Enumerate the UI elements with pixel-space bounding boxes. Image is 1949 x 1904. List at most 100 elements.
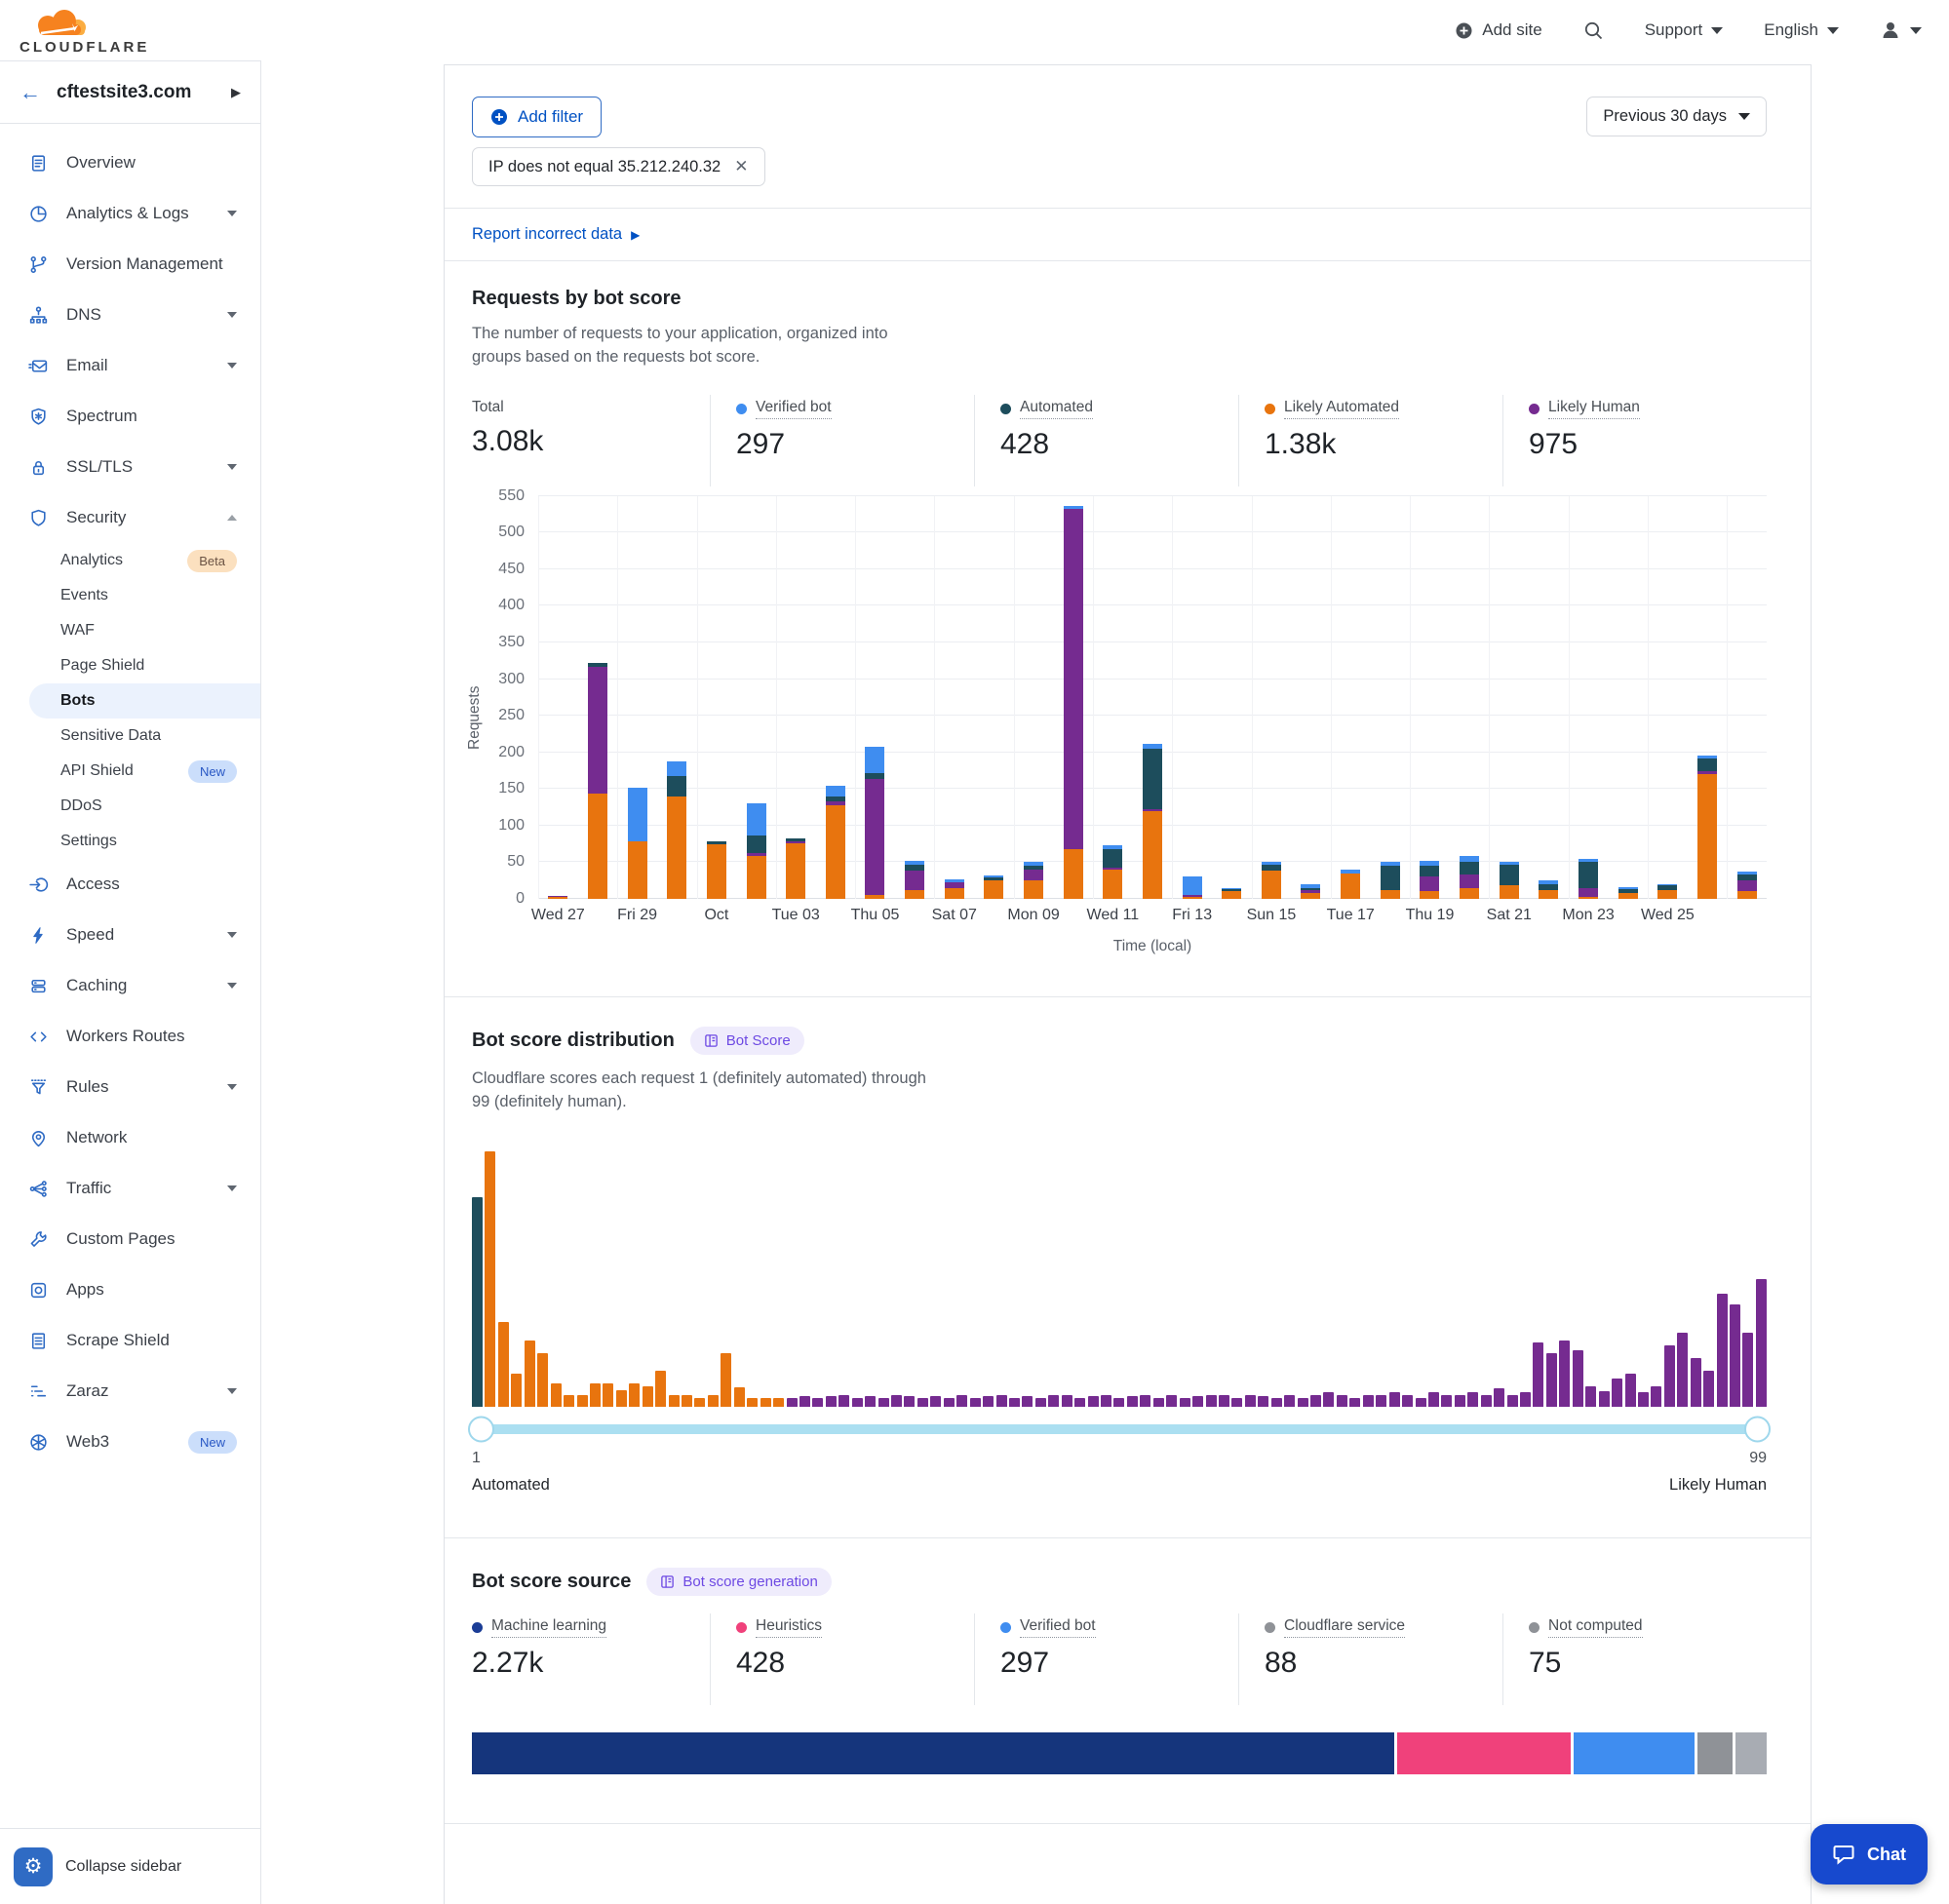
chart-slot xyxy=(934,496,974,899)
sidebar-item-apps[interactable]: Apps xyxy=(0,1264,260,1315)
report-incorrect-data-link[interactable]: Report incorrect data ▶ xyxy=(472,225,640,244)
sidebar-item-web3[interactable]: Web3New xyxy=(0,1417,260,1467)
stacked-bar[interactable] xyxy=(1024,862,1043,899)
cloudflare-logo[interactable]: CLOUDFLARE xyxy=(19,6,149,55)
bot-score-generation-badge[interactable]: Bot score generation xyxy=(646,1568,831,1596)
x-tick: Fri 29 xyxy=(617,907,657,924)
sidebar-item-waf[interactable]: WAF xyxy=(0,613,260,648)
chevron-right-icon[interactable]: ▶ xyxy=(231,85,241,100)
stat-label-text[interactable]: Verified bot xyxy=(756,399,832,419)
stacked-bar[interactable] xyxy=(1579,859,1598,899)
stacked-bar[interactable] xyxy=(667,761,686,898)
stacked-bar[interactable] xyxy=(865,747,884,899)
sidebar-item-ssl-tls[interactable]: SSL/TLS xyxy=(0,442,260,492)
stacked-bar[interactable] xyxy=(1420,861,1439,899)
stacked-bar[interactable] xyxy=(747,803,766,899)
stat-label-text[interactable]: Automated xyxy=(1020,399,1093,419)
collapse-sidebar-button[interactable]: Collapse sidebar xyxy=(65,1858,181,1876)
stacked-bar[interactable] xyxy=(1737,872,1757,899)
stacked-bar[interactable] xyxy=(984,875,1003,899)
sidebar-item-settings[interactable]: Settings xyxy=(0,824,260,859)
stat-label-text[interactable]: Machine learning xyxy=(491,1617,606,1638)
stacked-bar[interactable] xyxy=(826,786,845,899)
sidebar-item-access[interactable]: Access xyxy=(0,859,260,910)
sidebar-item-version-management[interactable]: Version Management xyxy=(0,239,260,290)
sidebar-item-workers-routes[interactable]: Workers Routes xyxy=(0,1011,260,1062)
sidebar-item-sensitive-data[interactable]: Sensitive Data xyxy=(0,719,260,754)
requests-plot[interactable]: 050100150200250300350400450500550 xyxy=(538,496,1767,899)
stacked-bar[interactable] xyxy=(1301,884,1320,899)
stacked-bar[interactable] xyxy=(1064,506,1083,899)
stacked-bar[interactable] xyxy=(628,788,647,898)
stat-label-text[interactable]: Verified bot xyxy=(1020,1617,1096,1638)
stat-label-text[interactable]: Likely Human xyxy=(1548,399,1640,419)
stacked-bar[interactable] xyxy=(1460,856,1479,899)
sidebar-item-events[interactable]: Events xyxy=(0,578,260,613)
sidebar-item-zaraz[interactable]: Zaraz xyxy=(0,1366,260,1417)
y-tick: 500 xyxy=(498,524,525,541)
stacked-bar[interactable] xyxy=(1697,756,1717,898)
add-site-button[interactable]: Add site xyxy=(1455,20,1541,40)
score-range-slider[interactable] xyxy=(472,1424,1767,1434)
stat-label-text[interactable]: Not computed xyxy=(1548,1617,1643,1638)
stacked-bar[interactable] xyxy=(548,896,567,899)
chevron-down-icon xyxy=(1827,27,1839,34)
search-icon[interactable] xyxy=(1583,20,1604,41)
stat-label-text[interactable]: Cloudflare service xyxy=(1284,1617,1405,1638)
sidebar-item-security[interactable]: Security xyxy=(0,492,260,543)
support-menu[interactable]: Support xyxy=(1645,20,1724,40)
stacked-bar[interactable] xyxy=(1262,862,1281,899)
chat-button[interactable]: Chat xyxy=(1811,1824,1928,1885)
sidebar-item-overview[interactable]: Overview xyxy=(0,137,260,188)
sidebar-item-analytics-logs[interactable]: Analytics & Logs xyxy=(0,188,260,239)
sidebar-item-dns[interactable]: DNS xyxy=(0,290,260,340)
sidebar-item-analytics[interactable]: AnalyticsBeta xyxy=(0,543,260,578)
sidebar-item-ddos[interactable]: DDoS xyxy=(0,789,260,824)
slider-handle-max[interactable] xyxy=(1744,1416,1771,1442)
stacked-bar[interactable] xyxy=(1222,888,1241,899)
language-menu[interactable]: English xyxy=(1764,20,1839,40)
histogram-bar xyxy=(1664,1345,1675,1407)
stacked-bar[interactable] xyxy=(1539,880,1558,899)
sidebar-item-bots[interactable]: Bots xyxy=(29,683,260,719)
stacked-bar[interactable] xyxy=(1618,887,1638,899)
bot-score-histogram[interactable] xyxy=(472,1151,1767,1407)
account-menu[interactable] xyxy=(1880,19,1922,41)
sidebar-item-custom-pages[interactable]: Custom Pages xyxy=(0,1214,260,1264)
stat-label-text[interactable]: Likely Automated xyxy=(1284,399,1399,419)
slider-handle-min[interactable] xyxy=(468,1416,494,1442)
stacked-bar[interactable] xyxy=(1381,862,1400,899)
stacked-bar[interactable] xyxy=(1143,744,1162,899)
close-icon[interactable]: ✕ xyxy=(734,157,748,176)
stat-label-text[interactable]: Heuristics xyxy=(756,1617,822,1638)
stacked-bar[interactable] xyxy=(1183,876,1202,899)
date-range-dropdown[interactable]: Previous 30 days xyxy=(1586,97,1767,136)
sidebar-item-page-shield[interactable]: Page Shield xyxy=(0,648,260,683)
sidebar-item-email[interactable]: Email xyxy=(0,340,260,391)
bot-score-badge[interactable]: Bot Score xyxy=(690,1027,804,1055)
stacked-bar[interactable] xyxy=(1103,845,1122,899)
stacked-bar[interactable] xyxy=(1500,862,1519,899)
stacked-bar[interactable] xyxy=(786,838,805,899)
site-name[interactable]: cftestsite3.com xyxy=(57,82,215,103)
stacked-bar[interactable] xyxy=(588,663,607,899)
back-arrow-icon[interactable]: ← xyxy=(19,80,41,105)
chart-slot xyxy=(1093,496,1133,899)
stacked-bar[interactable] xyxy=(707,841,726,899)
stacked-bar[interactable] xyxy=(905,861,924,899)
stacked-bar[interactable] xyxy=(1341,870,1360,899)
sidebar-item-caching[interactable]: Caching xyxy=(0,960,260,1011)
sidebar-item-network[interactable]: Network xyxy=(0,1112,260,1163)
preferences-button[interactable]: ⚙ xyxy=(14,1847,53,1886)
filter-chip[interactable]: IP does not equal 35.212.240.32 ✕ xyxy=(472,147,765,186)
stacked-bar[interactable] xyxy=(1657,884,1677,899)
sidebar-item-rules[interactable]: Rules xyxy=(0,1062,260,1112)
add-filter-button[interactable]: Add filter xyxy=(472,97,602,137)
sidebar-item-traffic[interactable]: Traffic xyxy=(0,1163,260,1214)
sidebar-item-api-shield[interactable]: API ShieldNew xyxy=(0,754,260,789)
stacked-bar[interactable] xyxy=(945,879,964,899)
sidebar-item-scrape-shield[interactable]: Scrape Shield xyxy=(0,1315,260,1366)
histogram-bar xyxy=(1245,1395,1256,1407)
sidebar-item-speed[interactable]: Speed xyxy=(0,910,260,960)
sidebar-item-spectrum[interactable]: Spectrum xyxy=(0,391,260,442)
